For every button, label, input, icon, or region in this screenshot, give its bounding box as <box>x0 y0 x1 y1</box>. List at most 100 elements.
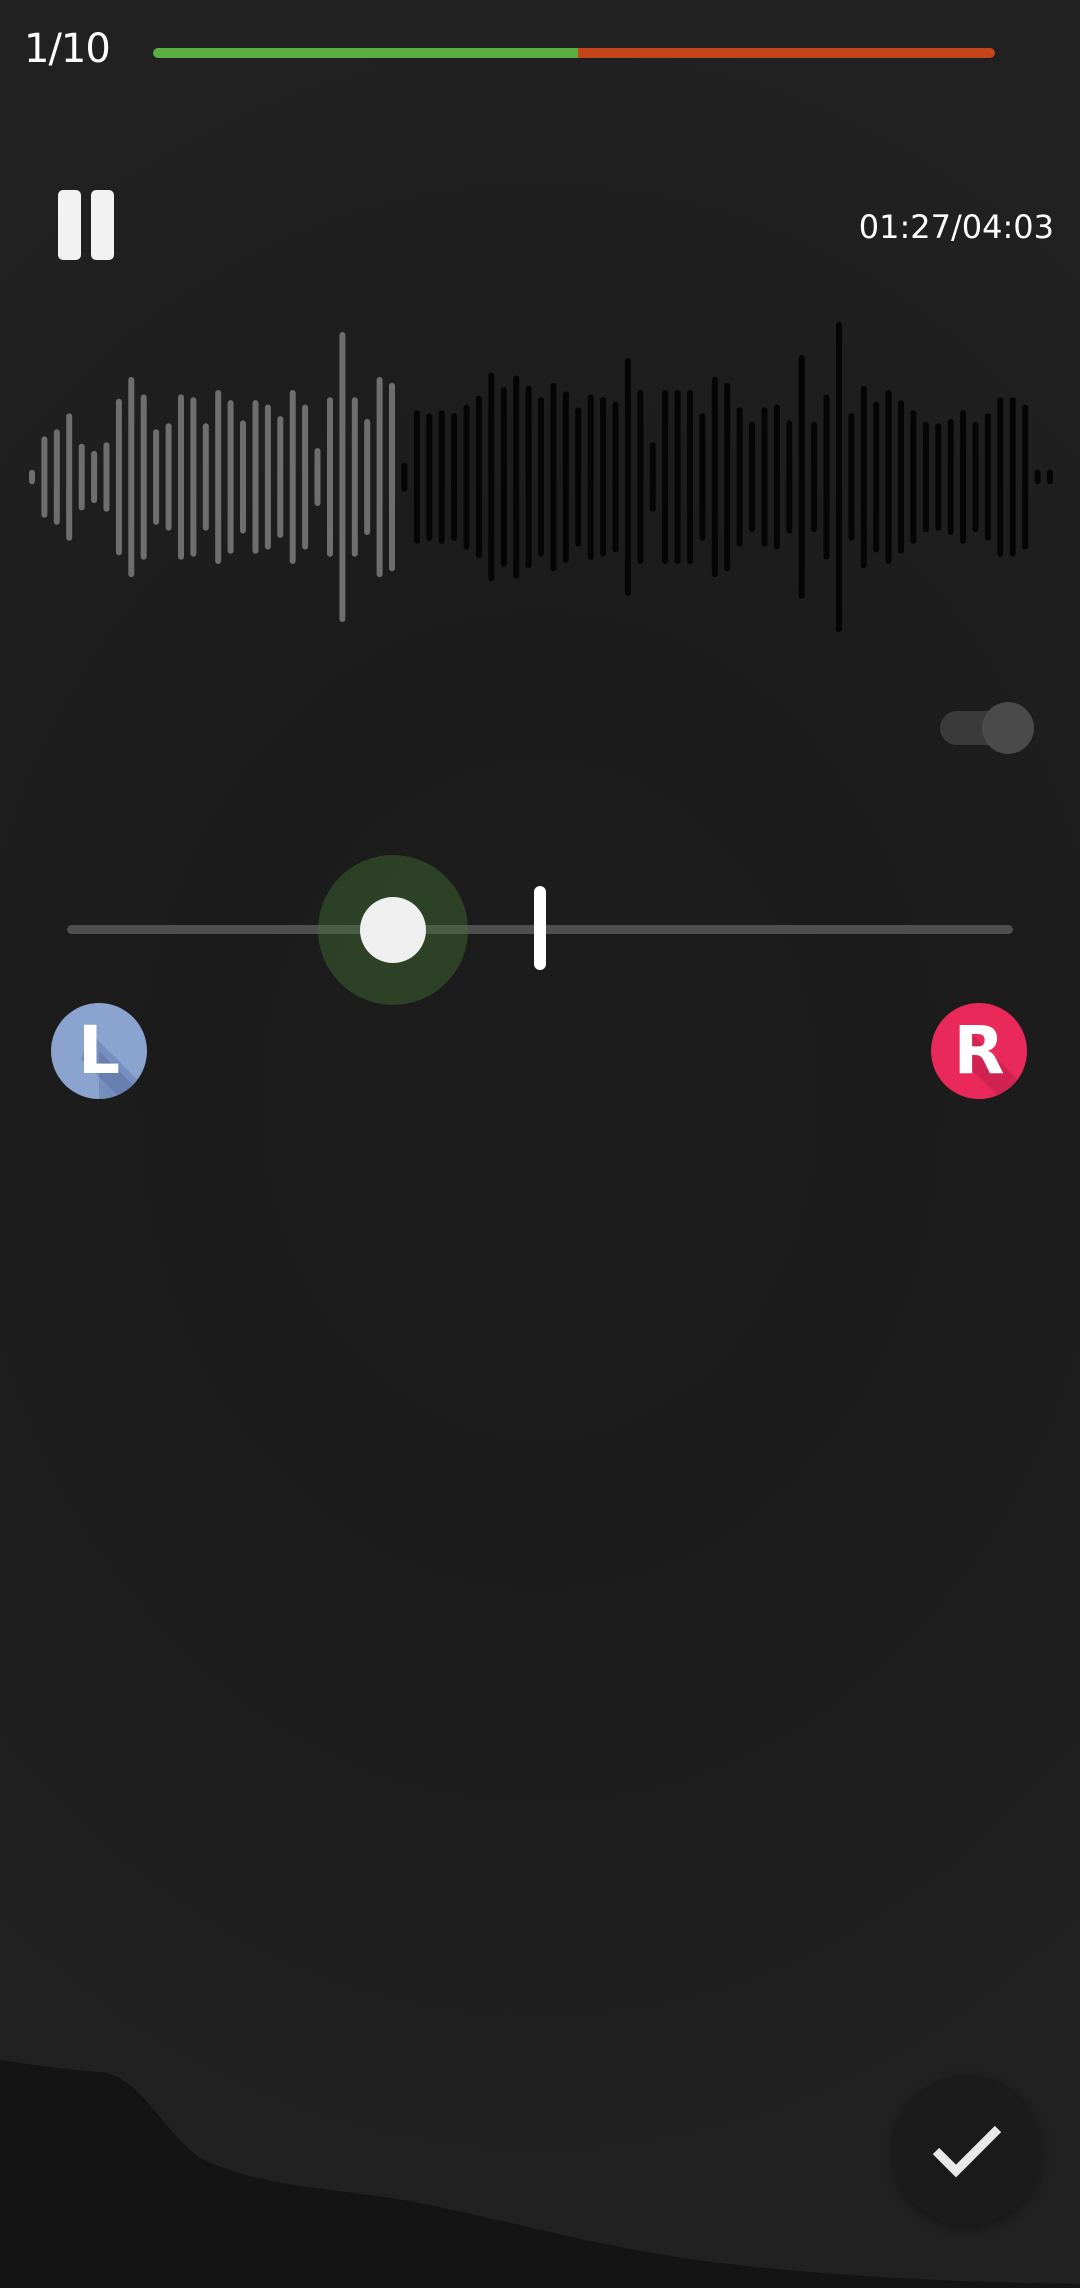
waveform-bar <box>674 390 681 564</box>
waveform-bar <box>575 407 582 547</box>
waveform-bar <box>463 404 470 550</box>
waveform-bar <box>500 387 507 567</box>
progress-done <box>153 48 579 58</box>
waveform-bar <box>947 419 954 535</box>
waveform-bar <box>215 390 222 564</box>
right-button-label: R <box>953 1012 1005 1089</box>
waveform-bar <box>289 390 296 564</box>
pause-button[interactable] <box>58 190 114 260</box>
waveform-bar <box>922 421 929 533</box>
waveform-bar <box>66 413 73 541</box>
waveform-bar <box>910 410 917 544</box>
pause-icon <box>58 190 81 260</box>
waveform-bar <box>277 416 284 538</box>
toggle-switch[interactable] <box>940 702 1034 754</box>
left-button-label: L <box>77 1012 121 1089</box>
waveform-bar <box>103 442 110 512</box>
waveform-bar <box>165 423 172 531</box>
waveform-bar <box>1034 469 1041 485</box>
waveform-bar <box>736 407 743 547</box>
waveform-bar <box>612 401 619 553</box>
waveform-bar <box>823 394 830 560</box>
waveform-bar <box>538 397 544 557</box>
waveform-bar <box>525 385 532 569</box>
balance-slider[interactable] <box>67 855 1013 1005</box>
waveform-bar <box>873 401 880 553</box>
waveform-bar <box>128 377 135 578</box>
waveform-bar <box>935 423 942 531</box>
playback-time: 01:27/04:03 <box>858 208 1054 246</box>
left-button[interactable]: L <box>51 1003 147 1099</box>
waveform-bar <box>302 404 309 550</box>
waveform[interactable] <box>0 310 1080 640</box>
confirm-button[interactable] <box>892 2075 1042 2225</box>
waveform-bar <box>339 332 346 622</box>
waveform-bar <box>227 400 234 554</box>
waveform-bar <box>314 448 321 506</box>
center-marker <box>534 886 546 970</box>
progress-bar <box>153 48 995 58</box>
pause-icon-bar <box>91 190 114 260</box>
waveform-bar <box>972 421 979 533</box>
waveform-bar <box>1009 397 1016 557</box>
waveform-bar <box>773 404 780 550</box>
waveform-bar <box>91 450 98 504</box>
waveform-bar <box>78 443 85 511</box>
waveform-bar <box>649 442 656 512</box>
waveform-bar <box>364 419 371 535</box>
waveform-bar <box>401 462 408 492</box>
waveform-bar <box>451 413 458 541</box>
toggle-knob <box>982 702 1034 754</box>
screen: 1/10 01:27/04:03 L R <box>0 0 1080 2288</box>
waveform-bar <box>624 358 631 596</box>
waveform-bar <box>836 321 842 633</box>
waveform-bar <box>550 382 557 572</box>
waveform-bar <box>29 469 35 485</box>
waveform-bar <box>264 404 271 550</box>
waveform-bar <box>885 390 892 564</box>
waveform-bar <box>153 429 160 525</box>
waveform-bar <box>327 397 333 557</box>
waveform-bar <box>513 375 520 579</box>
waveform-bar <box>960 410 967 544</box>
waveform-bar <box>202 423 209 531</box>
waveform-bar <box>749 421 755 533</box>
waveform-bar <box>860 385 867 569</box>
waveform-bar <box>140 394 147 560</box>
waveform-bar <box>190 397 197 557</box>
waveform-bar <box>1022 404 1029 550</box>
waveform-bar <box>761 407 768 547</box>
waveform-bar <box>376 377 383 578</box>
waveform-bar <box>687 390 693 564</box>
waveform-bar <box>786 420 793 534</box>
waveform-bar <box>1047 469 1053 485</box>
waveform-bar <box>53 429 60 525</box>
waveform-bar <box>984 413 991 541</box>
waveform-bar <box>488 372 495 582</box>
right-button[interactable]: R <box>931 1003 1027 1099</box>
waveform-bar <box>178 394 184 560</box>
waveform-bar <box>426 413 433 541</box>
waveform-bar <box>997 397 1004 557</box>
question-counter: 1/10 <box>24 26 111 72</box>
waveform-bar <box>898 400 904 554</box>
waveform-bar <box>413 410 420 544</box>
waveform-bar <box>848 413 855 541</box>
waveform-bar <box>798 355 805 599</box>
waveform-bar <box>724 382 731 572</box>
waveform-bar <box>475 395 482 559</box>
waveform-bar <box>562 391 569 563</box>
waveform-bar <box>637 390 644 564</box>
waveform-bar <box>41 436 48 518</box>
waveform-bar <box>811 421 818 533</box>
waveform-bar <box>351 397 358 557</box>
waveform-bar <box>662 390 669 564</box>
waveform-bar <box>699 413 706 541</box>
waveform-bar <box>252 400 259 554</box>
waveform-bar <box>240 420 246 534</box>
waveform-bar <box>600 397 607 557</box>
waveform-bar <box>115 398 122 556</box>
slider-thumb[interactable] <box>360 897 427 963</box>
waveform-bar <box>711 377 718 578</box>
waveform-bar <box>587 394 594 560</box>
